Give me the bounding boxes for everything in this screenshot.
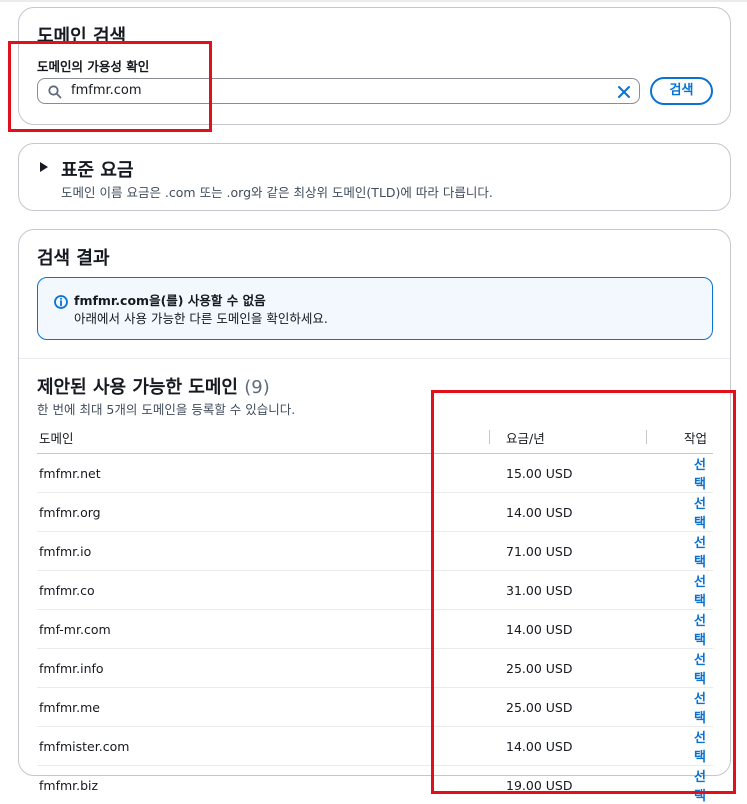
column-separator [489,430,490,444]
pricing-description: 도메인 이름 요금은 .com 또는 .org와 같은 최상위 도메인(TLD)… [61,182,493,201]
price-cell: 71.00 USD [489,532,646,571]
price-cell: 15.00 USD [489,454,646,493]
table-row: fmf-mr.com 14.00 USD 선택 [37,610,713,649]
price-cell: 31.00 USD [489,571,646,610]
column-header-price-label: 요금/년 [506,431,545,446]
table-row: fmfmr.biz 19.00 USD 선택 [37,766,713,804]
clear-icon[interactable] [617,84,631,103]
price-cell: 14.00 USD [489,727,646,766]
suggested-domains-table: 도메인 요금/년 작업 fmfmr.net 15.00 USD 선택 fmfmr… [37,421,713,804]
domain-cell: fmfmr.info [37,649,489,688]
select-button[interactable]: 선택 [694,458,706,492]
caret-right-icon[interactable] [40,162,48,172]
suggested-count: (9) [244,377,270,398]
price-cell: 14.00 USD [489,493,646,532]
pricing-panel-title[interactable]: 표준 요금 [61,156,134,182]
select-button[interactable]: 선택 [694,731,706,765]
search-icon [48,84,62,103]
search-panel-title: 도메인 검색 [37,22,126,48]
availability-field-label: 도메인의 가용성 확인 [37,56,149,75]
info-icon [54,294,68,313]
domain-cell: fmfmr.biz [37,766,489,804]
unavailable-alert: fmfmr.com을(를) 사용할 수 없음 아래에서 사용 가능한 다른 도메… [37,277,713,340]
table-row: fmfmr.org 14.00 USD 선택 [37,493,713,532]
alert-message: 을(를) 사용할 수 없음 [149,293,265,308]
column-header-domain[interactable]: 도메인 [37,421,489,454]
search-input-value[interactable]: fmfmr.com [71,83,142,98]
select-button[interactable]: 선택 [694,614,706,648]
select-button[interactable]: 선택 [694,497,706,531]
domain-cell: fmfmr.me [37,688,489,727]
alert-subtext: 아래에서 사용 가능한 다른 도메인을 확인하세요. [74,308,328,327]
domain-cell: fmfmister.com [37,727,489,766]
table-row: fmfmr.co 31.00 USD 선택 [37,571,713,610]
domain-cell: fmfmr.co [37,571,489,610]
table-row: fmfmr.info 25.00 USD 선택 [37,649,713,688]
select-button[interactable]: 선택 [694,770,706,804]
table-row: fmfmister.com 14.00 USD 선택 [37,727,713,766]
standard-pricing-panel[interactable]: 표준 요금 도메인 이름 요금은 .com 또는 .org와 같은 최상위 도메… [18,143,731,211]
price-cell: 25.00 USD [489,688,646,727]
domain-cell: fmfmr.net [37,454,489,493]
alert-headline: fmfmr.com을(를) 사용할 수 없음 [74,290,266,309]
alert-domain: fmfmr.com [74,293,149,308]
domain-search-panel: 도메인 검색 도메인의 가용성 확인 fmfmr.com 검색 [18,7,731,125]
domain-cell: fmfmr.org [37,493,489,532]
price-cell: 19.00 USD [489,766,646,804]
column-header-price[interactable]: 요금/년 [489,421,646,454]
table-row: fmfmr.net 15.00 USD 선택 [37,454,713,493]
table-row: fmfmr.me 25.00 USD 선택 [37,688,713,727]
column-separator [646,430,647,444]
domain-cell: fmfmr.io [37,532,489,571]
search-results-panel: 검색 결과 fmfmr.com을(를) 사용할 수 없음 아래에서 사용 가능한… [18,229,731,776]
top-border [0,0,747,2]
suggested-title-text: 제안된 사용 가능한 도메인 [37,377,238,398]
search-button[interactable]: 검색 [650,77,713,105]
select-button[interactable]: 선택 [694,653,706,687]
select-button[interactable]: 선택 [694,692,706,726]
price-cell: 14.00 USD [489,610,646,649]
price-cell: 25.00 USD [489,649,646,688]
column-header-action-label: 작업 [684,431,707,446]
section-divider [19,358,730,359]
table-row: fmfmr.io 71.00 USD 선택 [37,532,713,571]
column-header-action: 작업 [646,421,713,454]
select-button[interactable]: 선택 [694,536,706,570]
results-panel-title: 검색 결과 [37,244,110,270]
suggested-domains-title: 제안된 사용 가능한 도메인 (9) [37,373,270,399]
domain-search-input[interactable]: fmfmr.com [37,78,640,104]
select-button[interactable]: 선택 [694,575,706,609]
suggested-subtitle: 한 번에 최대 5개의 도메인을 등록할 수 있습니다. [37,399,295,418]
domain-cell: fmf-mr.com [37,610,489,649]
